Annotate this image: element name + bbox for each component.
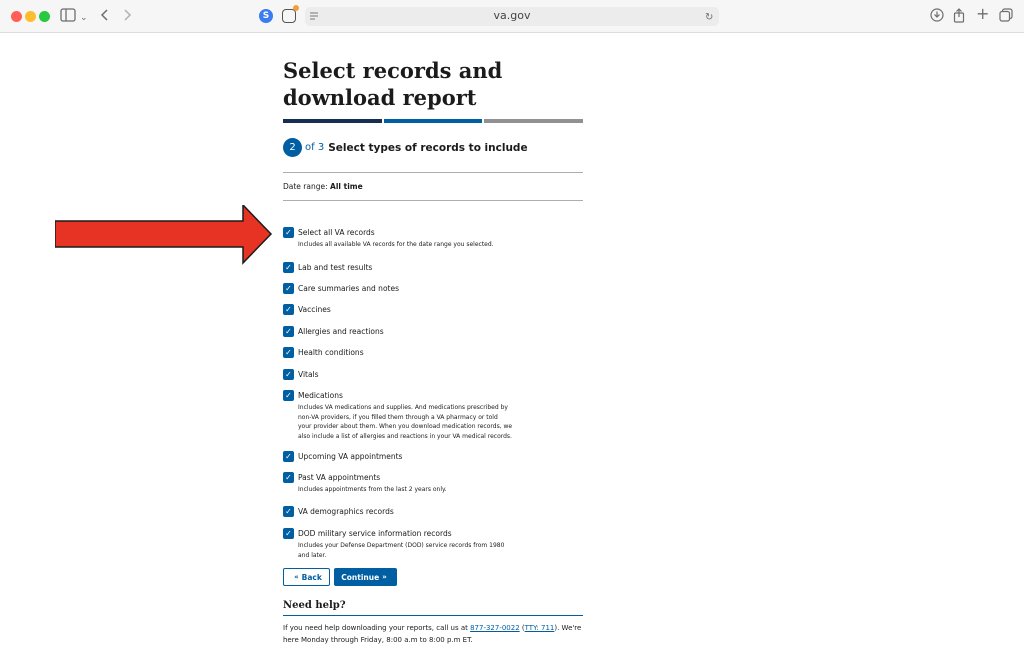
- divider: [283, 172, 583, 173]
- checkbox-health-conditions[interactable]: ✓ Health conditions: [283, 347, 364, 358]
- continue-button-label: Continue: [341, 572, 380, 582]
- date-range: Date range: All time: [283, 182, 363, 191]
- help-divider: [283, 615, 583, 616]
- back-nav-icon[interactable]: [100, 8, 110, 26]
- checkbox-upcoming-appointments[interactable]: ✓ Upcoming VA appointments: [283, 451, 402, 462]
- checkbox-label: VA demographics records: [298, 507, 394, 516]
- progress-segment-1: [283, 119, 382, 123]
- checkbox-label: Upcoming VA appointments: [298, 452, 403, 461]
- checkbox-label: Health conditions: [298, 348, 364, 357]
- checkbox-dod-records[interactable]: ✓ DOD military service information recor…: [283, 528, 513, 560]
- step-number: 2: [283, 138, 302, 157]
- share-icon[interactable]: [953, 8, 965, 27]
- checkbox-past-appointments[interactable]: ✓ Past VA appointments Includes appointm…: [283, 472, 513, 495]
- checkbox-checked-icon[interactable]: ✓: [283, 390, 294, 401]
- checkbox-description: Includes appointments from the last 2 ye…: [298, 486, 447, 493]
- checkbox-select-all[interactable]: ✓ Select all VA records Includes all ava…: [283, 227, 513, 250]
- address-bar[interactable]: va.gov ↻: [305, 7, 719, 26]
- checkbox-description: Includes VA medications and supplies. An…: [298, 404, 513, 440]
- phone-link[interactable]: 877-327-0022: [470, 624, 520, 632]
- checkbox-label: Medications: [298, 391, 343, 400]
- double-chevron-left-icon: «: [294, 573, 299, 581]
- checkbox-label: Care summaries and notes: [298, 284, 399, 293]
- extension-chat-icon[interactable]: [282, 9, 296, 23]
- progress-bar: [283, 119, 584, 123]
- back-button-label: Back: [301, 572, 322, 582]
- checkbox-checked-icon[interactable]: ✓: [283, 506, 294, 517]
- forward-nav-icon[interactable]: [122, 8, 132, 26]
- checkbox-demographics[interactable]: ✓ VA demographics records: [283, 506, 394, 517]
- date-range-label: Date range:: [283, 182, 328, 191]
- checkbox-checked-icon[interactable]: ✓: [283, 347, 294, 358]
- checkbox-checked-icon[interactable]: ✓: [283, 227, 294, 238]
- checkbox-lab-results[interactable]: ✓ Lab and test results: [283, 262, 372, 273]
- help-text-part: If you need help downloading your report…: [283, 624, 471, 632]
- checkbox-label: Vitals: [298, 370, 319, 379]
- url-text: va.gov: [493, 9, 531, 22]
- checkbox-description: Includes your Defense Department (DOD) s…: [298, 542, 505, 559]
- page-title: Select records and download report: [283, 58, 503, 110]
- form-navigation: « Back Continue »: [283, 568, 397, 586]
- progress-segment-3: [484, 119, 584, 123]
- checkbox-label: Vaccines: [298, 305, 331, 314]
- downloads-icon[interactable]: [930, 8, 944, 26]
- new-tab-icon[interactable]: +: [976, 6, 989, 22]
- checkbox-vitals[interactable]: ✓ Vitals: [283, 369, 319, 380]
- zoom-window-button[interactable]: [39, 11, 50, 22]
- checkbox-care-summaries[interactable]: ✓ Care summaries and notes: [283, 283, 399, 294]
- checkbox-allergies[interactable]: ✓ Allergies and reactions: [283, 326, 384, 337]
- checkbox-label: DOD military service information records: [298, 529, 452, 538]
- checkbox-medications[interactable]: ✓ Medications Includes VA medications an…: [283, 390, 513, 441]
- tab-overview-icon[interactable]: [999, 8, 1013, 26]
- minimize-window-button[interactable]: [25, 11, 36, 22]
- browser-toolbar: ⌄ S va.gov ↻ +: [0, 0, 1024, 33]
- divider: [283, 200, 583, 201]
- help-text: If you need help downloading your report…: [283, 622, 583, 646]
- checkbox-label: Allergies and reactions: [298, 327, 384, 336]
- close-window-button[interactable]: [11, 11, 22, 22]
- reload-icon[interactable]: ↻: [705, 10, 713, 26]
- double-chevron-right-icon: »: [382, 573, 387, 581]
- progress-segment-2: [383, 119, 483, 123]
- checkbox-checked-icon[interactable]: ✓: [283, 304, 294, 315]
- checkbox-checked-icon[interactable]: ✓: [283, 283, 294, 294]
- tty-link[interactable]: TTY: 711: [525, 624, 555, 632]
- step-of: of 3: [305, 142, 325, 153]
- checkbox-label: Select all VA records: [298, 228, 375, 237]
- red-arrow-annotation: [55, 205, 273, 265]
- checkbox-checked-icon[interactable]: ✓: [283, 451, 294, 462]
- checkbox-checked-icon[interactable]: ✓: [283, 369, 294, 380]
- checkbox-vaccines[interactable]: ✓ Vaccines: [283, 304, 331, 315]
- checkbox-label: Past VA appointments: [298, 473, 381, 482]
- sidebar-toggle-icon[interactable]: [60, 8, 76, 26]
- checkbox-checked-icon[interactable]: ✓: [283, 528, 294, 539]
- date-range-value: All time: [330, 182, 363, 191]
- step-title: Select types of records to include: [328, 141, 528, 154]
- checkbox-checked-icon[interactable]: ✓: [283, 472, 294, 483]
- help-heading: Need help?: [283, 600, 346, 611]
- continue-button[interactable]: Continue »: [334, 568, 397, 586]
- extension-s-icon[interactable]: S: [259, 9, 273, 23]
- extension-badge-icon: [293, 5, 299, 11]
- chevron-down-icon[interactable]: ⌄: [80, 10, 88, 26]
- checkbox-description: Includes all available VA records for th…: [298, 241, 494, 248]
- checkbox-checked-icon[interactable]: ✓: [283, 262, 294, 273]
- checkbox-checked-icon[interactable]: ✓: [283, 326, 294, 337]
- back-button[interactable]: « Back: [283, 568, 330, 586]
- step-indicator: 2 of 3 Select types of records to includ…: [283, 138, 528, 157]
- checkbox-label: Lab and test results: [298, 263, 373, 272]
